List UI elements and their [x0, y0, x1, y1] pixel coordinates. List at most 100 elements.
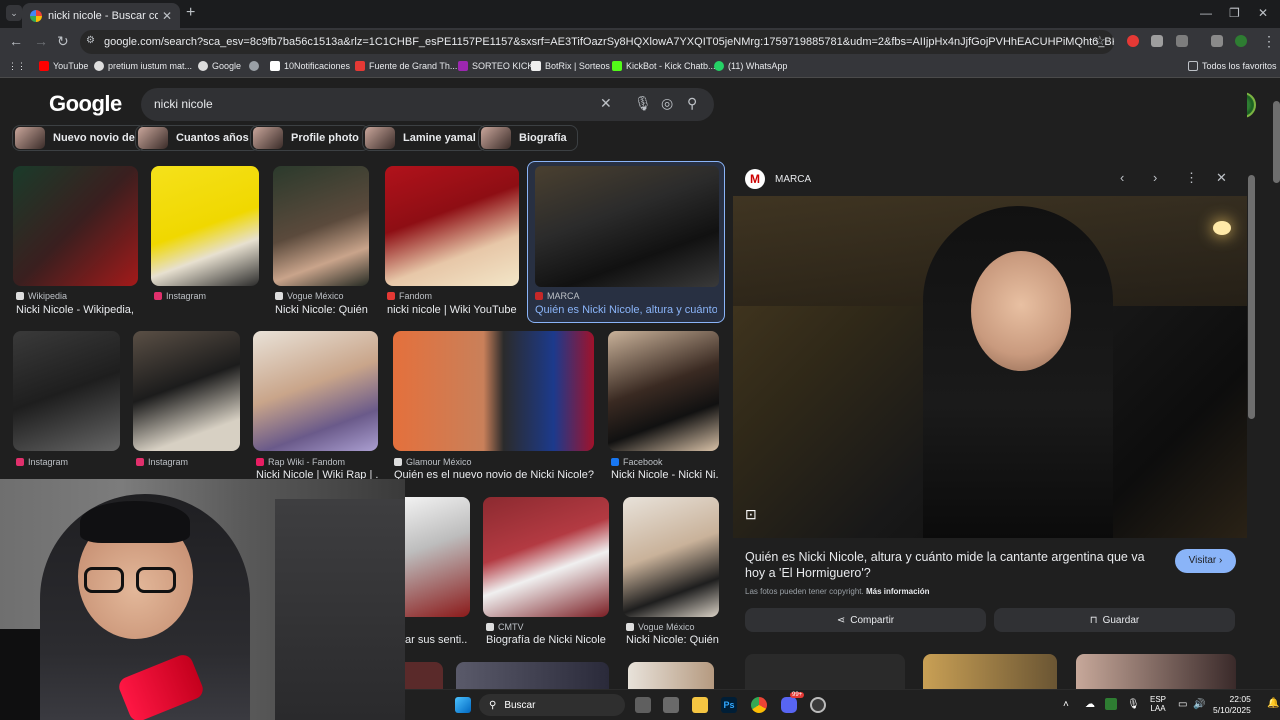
image-result[interactable] [405, 497, 470, 617]
bookmark-notificaciones[interactable]: 10Notificaciones [270, 61, 350, 71]
bookmark-whatsapp[interactable]: (11) WhatsApp [714, 61, 787, 71]
reading-list-icon[interactable] [1211, 35, 1223, 47]
reload-button[interactable]: ↻ [57, 33, 69, 50]
profile-icon[interactable] [1235, 35, 1247, 47]
clock[interactable]: 22:05 5/10/2025 [1213, 694, 1251, 716]
bookmark-google[interactable]: Google [198, 61, 241, 71]
clear-search-icon[interactable]: ✕ [600, 95, 612, 112]
next-image-icon[interactable]: › [1153, 170, 1157, 185]
google-logo[interactable]: Google [49, 91, 122, 117]
chip-lamine-yamal[interactable]: Lamine yamal [362, 125, 487, 151]
tab-search-button[interactable]: ⌄ [6, 5, 22, 21]
result-title[interactable]: Nicki Nicole - Wikipedia, l... [16, 304, 136, 316]
panel-title[interactable]: Quién es Nicki Nicole, altura y cuánto m… [745, 549, 1165, 581]
xbox-icon[interactable] [1105, 698, 1117, 710]
notification-icon[interactable]: 🔔 [1267, 698, 1279, 709]
page-scrollbar[interactable] [1273, 101, 1280, 183]
preview-image[interactable]: ⊡ [733, 196, 1247, 538]
voice-search-icon[interactable]: 🎙 [634, 95, 652, 112]
app-icon[interactable] [810, 697, 826, 713]
panel-source[interactable]: M MARCA [745, 169, 811, 189]
network-icon[interactable]: ▭ [1178, 699, 1187, 710]
image-result[interactable] [608, 331, 719, 451]
image-result[interactable] [628, 662, 714, 689]
search-box[interactable]: nicki nicole ✕ 🎙 ◎ ⚲ [141, 88, 714, 121]
visit-button[interactable]: Visitar › [1175, 549, 1236, 573]
chip-cuantos-anos[interactable]: Cuantos años [135, 125, 260, 151]
all-bookmarks-folder[interactable]: Todos los favoritos [1188, 61, 1277, 71]
restore-button[interactable]: ❐ [1229, 6, 1240, 20]
bookmark-kickbot[interactable]: KickBot - Kick Chatb... [612, 61, 716, 71]
bookmark-globe[interactable] [249, 61, 263, 71]
image-result[interactable] [133, 331, 240, 451]
file-explorer-icon[interactable] [692, 697, 708, 713]
result-title[interactable]: Nicki Nicole: Quién ... [275, 304, 370, 316]
image-result[interactable] [393, 331, 594, 451]
result-title[interactable]: Nicki Nicole - Nicki Ni... [611, 469, 719, 481]
site-info-icon[interactable]: ⚙ [86, 35, 95, 46]
photoshop-icon[interactable]: Ps [721, 697, 737, 713]
app-icon[interactable] [663, 697, 679, 713]
apps-grid-icon[interactable]: ⋮⋮ [8, 61, 26, 72]
result-title[interactable]: Quién es el nuevo novio de Nicki Nicole?… [394, 469, 594, 481]
result-title[interactable]: nicki nicole | Wiki YouTube ... [387, 304, 519, 316]
task-view-icon[interactable] [635, 697, 651, 713]
address-bar[interactable]: google.com/search?sca_esv=8c9fb7ba56c151… [80, 30, 1114, 54]
lens-search-icon[interactable]: ◎ [661, 95, 673, 112]
minimize-button[interactable]: — [1200, 6, 1212, 20]
lens-search-icon[interactable]: ⊡ [745, 506, 757, 523]
related-image[interactable] [745, 654, 905, 690]
image-result[interactable] [483, 497, 609, 617]
bookmark-botrix[interactable]: BotRix | Sorteos [531, 61, 610, 71]
result-title[interactable]: Nicki Nicole: Quién... [626, 634, 719, 646]
related-image[interactable] [923, 654, 1057, 690]
back-button[interactable]: ← [9, 33, 23, 49]
microphone-icon[interactable]: 🎙 [1127, 699, 1140, 710]
volume-icon[interactable]: 🔊 [1193, 699, 1205, 710]
onedrive-icon[interactable]: ☁ [1085, 699, 1095, 710]
chip-nuevo-novio[interactable]: Nuevo novio de [12, 125, 146, 151]
bookmark-sorteo-kick[interactable]: SORTEO KICK [458, 61, 533, 71]
previous-image-icon[interactable]: ‹ [1120, 170, 1124, 185]
close-panel-icon[interactable]: ✕ [1216, 170, 1227, 186]
result-title[interactable]: Biografía de Nicki Nicole [486, 634, 611, 646]
more-options-icon[interactable]: ⋮ [1185, 170, 1198, 186]
chip-profile-photo[interactable]: Profile photo [250, 125, 370, 151]
more-info-link[interactable]: Más información [866, 587, 930, 596]
close-window-button[interactable]: ✕ [1258, 6, 1268, 20]
extensions-puzzle-icon[interactable] [1176, 35, 1188, 47]
image-result[interactable] [13, 331, 120, 451]
forward-button[interactable]: → [34, 33, 48, 49]
share-button[interactable]: ⋖ Compartir [745, 608, 986, 632]
new-tab-button[interactable]: + [186, 4, 195, 22]
extension-red-icon[interactable] [1127, 35, 1139, 47]
result-title[interactable]: Quién es Nicki Nicole, altura y cuánto m… [535, 304, 717, 316]
bookmark-pretium[interactable]: pretium iustum mat... [94, 61, 192, 71]
image-result[interactable] [13, 166, 138, 286]
save-button[interactable]: ⊓ Guardar [994, 608, 1235, 632]
close-tab-icon[interactable]: ✕ [162, 9, 172, 23]
windows-start-icon[interactable] [455, 697, 471, 713]
language-indicator[interactable]: ESP LAA [1150, 695, 1166, 713]
bookmark-fuente[interactable]: Fuente de Grand Th... [355, 61, 457, 71]
panel-scrollbar[interactable] [1248, 175, 1255, 419]
chip-biografia[interactable]: Biografía [478, 125, 578, 151]
bookmark-star-icon[interactable]: ☆ [1094, 33, 1106, 49]
active-tab[interactable]: nicki nicole - Buscar con Google ✕ [22, 3, 180, 28]
image-result[interactable] [253, 331, 378, 451]
image-result[interactable] [456, 662, 609, 689]
show-hidden-icons[interactable]: ˄ [1063, 699, 1069, 710]
image-result[interactable] [273, 166, 369, 286]
image-result[interactable] [623, 497, 719, 617]
chrome-icon[interactable] [751, 697, 767, 713]
related-image[interactable] [1076, 654, 1236, 690]
discord-icon[interactable] [781, 697, 797, 713]
bookmark-youtube[interactable]: YouTube [39, 61, 88, 71]
search-icon[interactable]: ⚲ [687, 95, 697, 112]
result-title[interactable]: ar sus senti... [405, 634, 467, 646]
image-result[interactable] [385, 166, 519, 286]
browser-menu-icon[interactable]: ⋮ [1262, 33, 1276, 50]
search-input[interactable]: nicki nicole [154, 97, 213, 111]
taskbar-search[interactable]: ⚲ Buscar [479, 694, 625, 716]
extension-card-icon[interactable] [1151, 35, 1163, 47]
